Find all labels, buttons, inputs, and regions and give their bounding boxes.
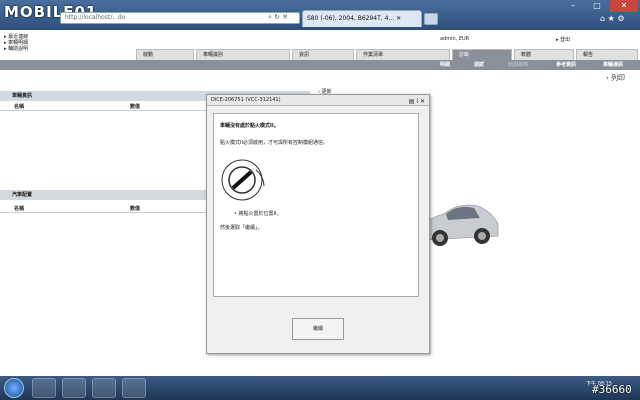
tab-close-icon[interactable]: ✕ <box>396 15 401 22</box>
dialog-title: DiCE-206751 (VCC-312141) <box>211 97 281 103</box>
col-name: 名稱 <box>14 104 25 110</box>
continue-button[interactable]: 繼續 <box>292 318 344 340</box>
subtab-details[interactable]: 明細 <box>440 61 450 68</box>
dialog-footer: 然後選取「繼續」。 <box>220 225 263 231</box>
maximize-button[interactable]: □ <box>586 0 608 12</box>
col-value: 數值 <box>130 104 141 110</box>
tab-diagnosis[interactable]: 診斷 <box>452 49 512 60</box>
address-controls[interactable]: ⌕ ↻ ✕ <box>268 13 288 22</box>
tab-report[interactable]: 報告 <box>576 49 638 60</box>
gear-icon[interactable]: ⚙ <box>617 14 624 23</box>
search-icon[interactable]: ⌕ <box>268 13 272 21</box>
dialog-bullet: • 將點火置於位置II。 <box>234 211 282 217</box>
ignition-key-icon <box>221 159 265 201</box>
tab-title: S80 (-06), 2004, B6294T, 4... <box>307 15 395 22</box>
subtab-test[interactable]: 測試 <box>474 61 484 68</box>
app-taskbar-icon[interactable] <box>92 378 116 398</box>
print-icon[interactable]: ▤ <box>409 98 415 105</box>
dialog-close-icon[interactable]: ✕ <box>420 98 425 105</box>
close-icon[interactable]: ✕ <box>282 13 288 21</box>
refresh-icon[interactable]: ↻ <box>274 13 280 21</box>
start-button[interactable] <box>4 378 24 398</box>
dialog-body: 車輛沒有處於點火模式II。 點火模式II必須啟用，才可與所有控制模組通信。 • … <box>213 113 419 297</box>
sub-nav-bar <box>0 60 640 70</box>
tab-worklist[interactable]: 作業清單 <box>356 49 450 60</box>
subtab-vehicle-comm[interactable]: 車輛通訊 <box>603 61 623 68</box>
minimize-button[interactable]: – <box>562 0 584 12</box>
logout-link[interactable]: ▸ 登出 <box>556 36 570 43</box>
browser-tab-active[interactable]: S80 (-06), 2004, B6294T, 4... ✕ <box>302 10 422 27</box>
tab-vehicle-id[interactable]: 車輛識別 <box>196 49 290 60</box>
vehicle-image <box>421 204 499 246</box>
watermark: #36660 <box>592 383 632 396</box>
subtab-reference[interactable]: 參考資訊 <box>556 61 576 68</box>
help-icon[interactable]: i <box>416 98 418 105</box>
tab-start[interactable]: 啟動 <box>136 49 194 60</box>
window-controls: – □ ✕ <box>554 0 640 12</box>
col-value: 數值 <box>130 206 141 212</box>
dialog-heading: 車輛沒有處於點火模式II。 <box>220 123 279 129</box>
address-bar[interactable]: http://localhost/...do <box>60 12 300 24</box>
close-window-button[interactable]: ✕ <box>610 0 638 12</box>
dialog-controls: ▤ i ✕ <box>409 96 425 107</box>
quick-link-help[interactable]: ▸ 輔助說明 <box>4 45 28 52</box>
star-icon[interactable]: ★ <box>608 14 615 23</box>
tab-software[interactable]: 軟體 <box>514 49 574 60</box>
dialog-text: 點火模式II必須啟用，才可與所有控制模組通信。 <box>220 140 328 146</box>
user-label: admin, EUR <box>440 36 470 42</box>
new-tab-button[interactable] <box>424 13 438 25</box>
tab-info[interactable]: 資訊 <box>292 49 354 60</box>
folder-taskbar-icon[interactable] <box>62 378 86 398</box>
dialog-titlebar: DiCE-206751 (VCC-312141) ▤ i ✕ <box>207 95 429 106</box>
print-link[interactable]: › 列印 <box>606 73 625 83</box>
browser-taskbar-icon[interactable] <box>122 378 146 398</box>
home-icon[interactable]: ⌂ <box>600 14 605 23</box>
browser-toolbar-icons: ⌂ ★ ⚙ <box>600 14 625 23</box>
col-name: 名稱 <box>14 206 25 212</box>
ie-taskbar-icon[interactable] <box>32 378 56 398</box>
ignition-dialog: DiCE-206751 (VCC-312141) ▤ i ✕ 車輛沒有處於點火模… <box>206 94 430 354</box>
subtab-fault-trace[interactable]: 偵測故障 <box>508 61 528 68</box>
